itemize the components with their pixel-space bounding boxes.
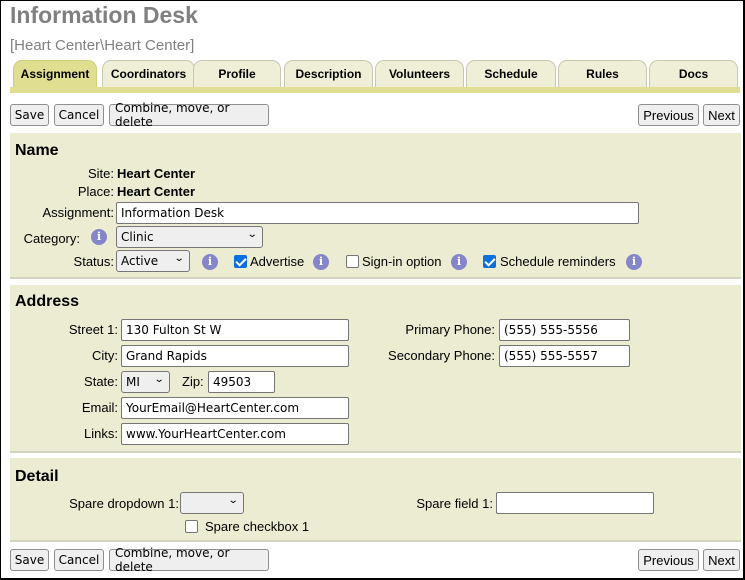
signin-option-checkbox[interactable] <box>346 255 359 268</box>
category-select[interactable]: Clinic ⌄ <box>116 226 263 248</box>
spare-checkbox-label[interactable]: Spare checkbox 1 <box>205 519 309 534</box>
spare-checkbox[interactable] <box>185 520 198 533</box>
status-info-icon[interactable]: i <box>202 254 218 270</box>
street1-input[interactable]: 130 Fulton St W <box>121 319 349 341</box>
save-button-bottom[interactable]: Save <box>10 549 49 571</box>
next-button[interactable]: Next <box>703 104 740 126</box>
chevron-down-icon: ⌄ <box>227 495 239 506</box>
spare-dropdown-label: Spare dropdown 1: <box>69 496 179 511</box>
tab-schedule[interactable]: Schedule <box>466 60 556 87</box>
zip-input[interactable]: 49503 <box>208 371 275 393</box>
category-select-value: Clinic <box>121 230 154 244</box>
category-info-icon[interactable]: i <box>91 229 107 245</box>
spare-field-input[interactable] <box>496 492 654 514</box>
email-label: Email: <box>81 400 118 415</box>
place-label: Place: <box>77 184 114 199</box>
tab-profile[interactable]: Profile <box>193 60 281 87</box>
status-label: Status: <box>73 254 114 269</box>
place-value: Heart Center <box>117 184 196 199</box>
signin-info-icon[interactable]: i <box>451 254 467 270</box>
status-select-value: Active <box>121 254 159 268</box>
state-label: State: <box>84 374 118 389</box>
previous-button-bottom[interactable]: Previous <box>638 549 699 571</box>
combine-move-delete-button-bottom[interactable]: Combine, move, or delete <box>109 546 269 574</box>
state-select[interactable]: MI ⌄ <box>121 371 170 393</box>
chevron-down-icon: ⌄ <box>173 253 185 264</box>
cancel-button[interactable]: Cancel <box>54 104 104 126</box>
secondary-phone-input[interactable]: (555) 555-5557 <box>499 345 630 367</box>
section-title-detail: Detail <box>15 468 59 485</box>
street1-label: Street 1: <box>68 322 118 337</box>
spare-dropdown-select[interactable]: ⌄ <box>180 492 244 514</box>
tab-underline <box>10 87 740 93</box>
page-title: Information Desk <box>10 2 198 28</box>
combine-move-delete-button[interactable]: Combine, move, or delete <box>109 101 269 129</box>
links-label: Links: <box>84 426 118 441</box>
breadcrumb: [Heart Center\Heart Center] <box>10 37 195 54</box>
status-select[interactable]: Active ⌄ <box>116 250 190 272</box>
section-title-address: Address <box>15 293 80 310</box>
primary-phone-input[interactable]: (555) 555-5556 <box>499 319 630 341</box>
site-label: Site: <box>87 166 114 181</box>
site-value: Heart Center <box>117 166 196 181</box>
advertise-label[interactable]: Advertise <box>250 254 304 269</box>
cancel-button-bottom[interactable]: Cancel <box>54 549 104 571</box>
signin-option-label[interactable]: Sign-in option <box>362 254 442 269</box>
city-label: City: <box>92 348 118 363</box>
chevron-down-icon: ⌄ <box>246 229 258 240</box>
previous-button[interactable]: Previous <box>638 104 699 126</box>
category-label: Category: <box>23 231 80 246</box>
tab-assignment[interactable]: Assignment <box>13 60 97 87</box>
chevron-down-icon: ⌄ <box>153 374 165 385</box>
detail-section: Detail Spare dropdown 1: ⌄ Spare checkbo… <box>10 458 741 542</box>
spare-field-label: Spare field 1: <box>416 496 493 511</box>
schedule-reminders-label[interactable]: Schedule reminders <box>500 254 616 269</box>
tab-volunteers[interactable]: Volunteers <box>375 60 464 87</box>
tab-docs[interactable]: Docs <box>649 60 738 87</box>
assignment-label: Assignment: <box>42 205 114 220</box>
assignment-input[interactable]: Information Desk <box>116 202 639 224</box>
primary-phone-label: Primary Phone: <box>405 322 495 337</box>
links-input[interactable]: www.YourHeartCenter.com <box>121 423 349 445</box>
section-title-name: Name <box>15 142 59 159</box>
save-button[interactable]: Save <box>10 104 49 126</box>
tab-coordinators[interactable]: Coordinators <box>102 60 195 87</box>
address-section: Address Street 1: 130 Fulton St W City: … <box>10 285 741 453</box>
tab-description[interactable]: Description <box>284 60 373 87</box>
advertise-checkbox[interactable] <box>234 255 247 268</box>
advertise-info-icon[interactable]: i <box>313 254 329 270</box>
email-input[interactable]: YourEmail@HeartCenter.com <box>121 397 349 419</box>
next-button-bottom[interactable]: Next <box>703 549 740 571</box>
zip-label: Zip: <box>182 374 204 389</box>
state-select-value: MI <box>126 375 140 389</box>
schedule-reminders-checkbox[interactable] <box>483 255 496 268</box>
reminders-info-icon[interactable]: i <box>626 254 642 270</box>
secondary-phone-label: Secondary Phone: <box>388 348 495 363</box>
tab-rules[interactable]: Rules <box>558 60 647 87</box>
name-section: Name Site: Heart Center Place: Heart Cen… <box>10 133 741 279</box>
city-input[interactable]: Grand Rapids <box>121 345 349 367</box>
